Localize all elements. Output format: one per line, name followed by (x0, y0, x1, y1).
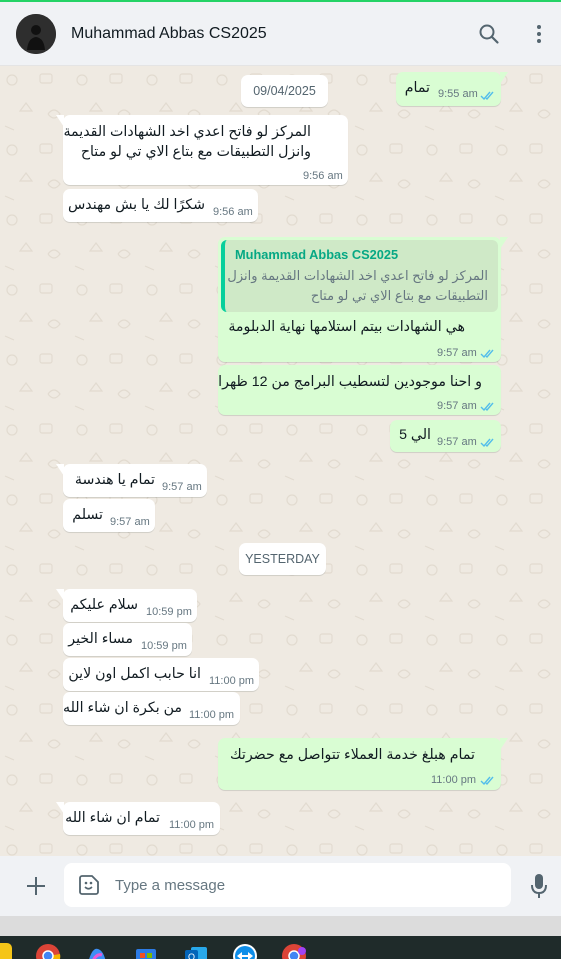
message-input-box[interactable] (64, 863, 511, 907)
avatar-silhouette-icon (16, 14, 56, 54)
message-incoming[interactable]: سلام عليكم 10:59 pm (56, 589, 197, 622)
message-text: شكرًا لك يا بش مهندس (67, 197, 205, 213)
svg-text:O: O (188, 952, 195, 959)
menu-dots-icon[interactable] (527, 22, 551, 46)
message-time: 9:56 am (303, 170, 343, 182)
quoted-message[interactable]: Muhammad Abbas CS2025 المركز لو فاتح اعد… (221, 240, 498, 312)
message-outgoing-reply[interactable]: Muhammad Abbas CS2025 المركز لو فاتح اعد… (218, 237, 508, 362)
message-time: 11:00 pm (209, 675, 255, 687)
message-input[interactable] (115, 863, 495, 907)
message-text: انا حابب اكمل اون لاين (68, 666, 201, 682)
message-incoming[interactable]: من بكرة ان شاء الله 11:00 pm (63, 692, 240, 725)
message-time: 10:59 pm (141, 640, 187, 652)
message-time: 11:00 pm (189, 709, 235, 721)
message-outgoing[interactable]: و احنا موجودين لتسطيب البرامج من 12 ظهرا… (218, 365, 501, 415)
date-separator: 09/04/2025 (241, 75, 328, 107)
read-receipt-icon (480, 402, 494, 412)
message-time: 9:56 am (213, 206, 253, 218)
os-taskbar: O (0, 936, 561, 959)
message-incoming[interactable]: انا حابب اكمل اون لاين 11:00 pm (63, 658, 259, 691)
message-text: الي 5 (399, 427, 431, 443)
message-text: تسلم (72, 507, 103, 523)
message-time: 11:00 pm (169, 819, 215, 831)
window-bottom-border (0, 916, 561, 936)
chat-header: Muhammad Abbas CS2025 (0, 2, 561, 66)
message-time: 9:57 am (162, 481, 202, 493)
message-time: 9:57 am (437, 400, 477, 412)
message-outgoing[interactable]: تمام 9:55 am (396, 72, 508, 106)
chat-area[interactable]: تمام 9:55 am 09/04/2025 المركز لو فاتح ا… (0, 66, 561, 856)
message-text: و احنا موجودين لتسطيب البرامج من 12 ظهرا (218, 374, 482, 390)
message-incoming[interactable]: المركز لو فاتح اعدي اخد الشهادات القديمة… (56, 115, 348, 185)
chrome-icon[interactable] (35, 943, 61, 959)
avatar[interactable] (16, 14, 56, 54)
read-receipt-icon (480, 349, 494, 359)
copilot-icon[interactable] (84, 943, 110, 959)
contact-name[interactable]: Muhammad Abbas CS2025 (71, 25, 267, 43)
teamviewer-icon[interactable] (232, 943, 258, 959)
message-time: 9:55 am (438, 88, 478, 100)
message-text: مساء الخير (68, 631, 133, 647)
message-incoming[interactable]: شكرًا لك يا بش مهندس 9:56 am (63, 189, 258, 222)
message-text: من بكرة ان شاء الله (62, 700, 182, 716)
message-text-line: المركز لو فاتح اعدي اخد الشهادات القديمة (63, 124, 311, 140)
message-incoming[interactable]: تمام يا هندسة 9:57 am (56, 464, 207, 497)
sticker-icon[interactable] (77, 873, 101, 897)
message-text-line: وانزل التطبيقات مع بتاع الاي تي لو متاح (80, 144, 311, 160)
message-time: 10:59 pm (146, 606, 192, 618)
read-receipt-icon (480, 91, 494, 101)
message-text: تمام هبلغ خدمة العملاء تتواصل مع حضرتك (229, 747, 475, 763)
chrome-profile-icon[interactable] (281, 943, 307, 959)
message-incoming[interactable]: تمام ان شاء الله 11:00 pm (56, 802, 220, 835)
bubble-tail (500, 72, 508, 84)
bubble-tail (500, 738, 508, 750)
bubble-tail (56, 464, 64, 476)
bubble-tail (500, 237, 508, 249)
read-receipt-icon (480, 438, 494, 448)
message-composer (0, 856, 561, 916)
store-icon[interactable] (133, 943, 159, 959)
message-time: 9:57 am (110, 516, 150, 528)
message-text: تمام يا هندسة (74, 472, 155, 488)
message-outgoing[interactable]: تمام هبلغ خدمة العملاء تتواصل مع حضرتك 1… (218, 738, 508, 790)
message-text: تمام ان شاء الله (65, 810, 160, 826)
message-time: 9:57 am (437, 436, 477, 448)
message-time: 9:57 am (437, 347, 477, 359)
quoted-author: Muhammad Abbas CS2025 (235, 247, 399, 262)
message-incoming[interactable]: مساء الخير 10:59 pm (63, 623, 192, 656)
read-receipt-icon (480, 776, 494, 786)
message-incoming[interactable]: تسلم 9:57 am (63, 499, 155, 532)
quoted-text: المركز لو فاتح اعدي اخد الشهادات القديمة… (227, 268, 488, 303)
message-time: 11:00 pm (431, 774, 477, 786)
plus-icon[interactable] (24, 874, 48, 898)
bubble-tail (56, 802, 64, 814)
message-text: سلام عليكم (70, 597, 138, 613)
date-separator: YESTERDAY (239, 543, 326, 575)
message-text: تمام (404, 80, 430, 96)
message-text: هي الشهادات بيتم استلامها نهاية الدبلومة (228, 319, 465, 335)
message-outgoing[interactable]: الي 5 9:57 am (390, 420, 501, 452)
bubble-tail (56, 589, 64, 601)
windows-start-icon[interactable] (0, 943, 12, 959)
mic-icon[interactable] (527, 872, 551, 900)
outlook-icon[interactable]: O (183, 943, 209, 959)
search-icon[interactable] (477, 22, 501, 46)
